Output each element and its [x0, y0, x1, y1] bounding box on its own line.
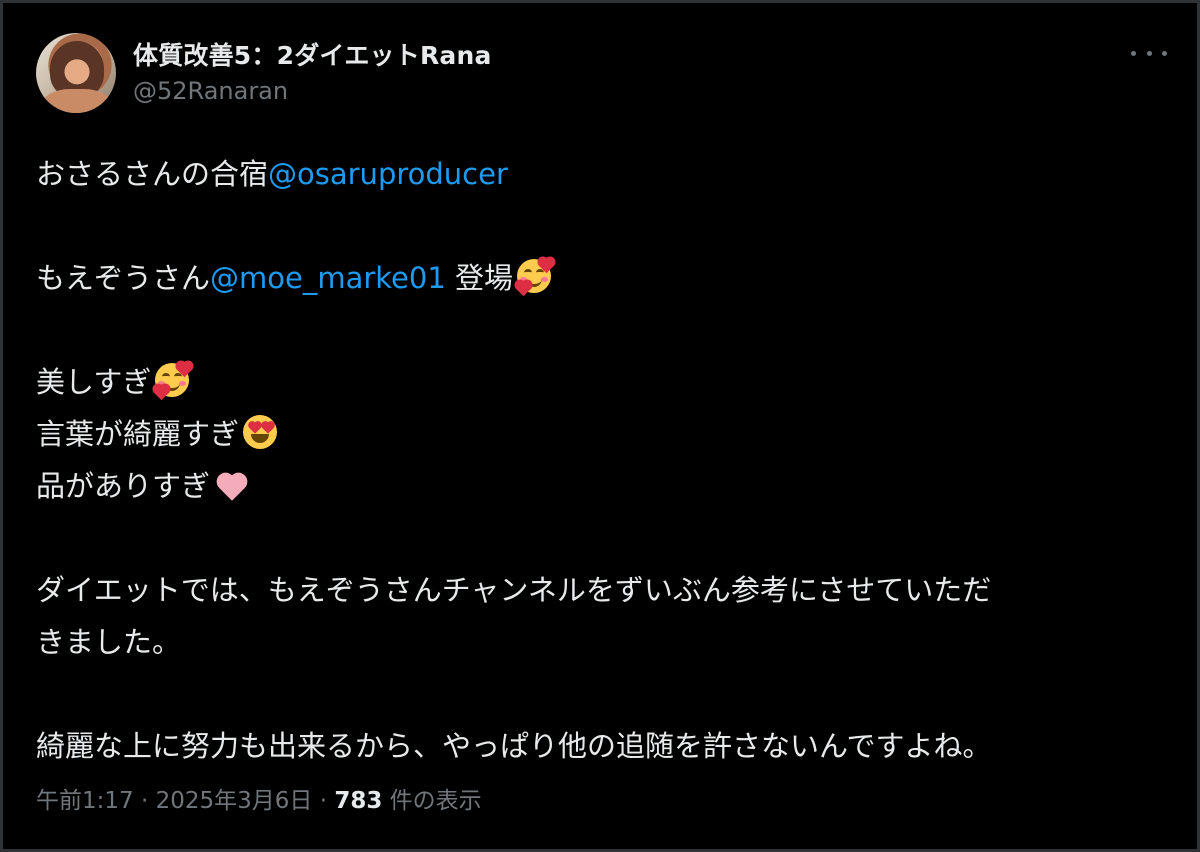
tweet-time[interactable]: 午前1:17	[36, 788, 134, 814]
tweet-line-3: 美しすぎ	[36, 356, 1176, 408]
tweet-line-1: おさるさんの合宿@osaruproducer	[36, 148, 1176, 200]
tweet-line-6: ダイエットでは、もえぞうさんチャンネルをずいぶん参考にさせていただ	[36, 564, 1176, 616]
more-options-icon[interactable]	[1131, 41, 1167, 65]
mention-link[interactable]: @osaruproducer	[268, 157, 508, 191]
tweet-text-segment: もえぞうさん	[36, 261, 211, 295]
smiling-face-with-hearts-emoji	[153, 361, 193, 401]
more-dot	[1146, 50, 1152, 56]
avatar-shoulder	[42, 89, 112, 113]
tweet-line-2: もえぞうさん@moe_marke01 登場	[36, 252, 1176, 304]
pink-heart-emoji	[212, 465, 250, 503]
tweet-line-8: 綺麗な上に努力も出来るから、やっぱり他の追随を許さないんですよね。	[36, 720, 1176, 772]
more-dot	[1162, 50, 1167, 56]
meta-separator: ·	[133, 788, 156, 814]
tweet-text-segment: きました。	[36, 625, 182, 659]
tweet-line-7: きました。	[36, 616, 1176, 668]
tweet-date[interactable]: 2025年3月6日	[156, 788, 313, 814]
tweet-text-segment: 登場	[445, 261, 514, 295]
more-dot	[1131, 50, 1136, 56]
display-name[interactable]: 体質改善5：2ダイエットRana	[133, 36, 492, 72]
heart-eyes-emoji	[241, 413, 279, 451]
tweet-text: おさるさんの合宿@osaruproducer もえぞうさん@moe_marke0…	[36, 148, 1176, 772]
tweet-line-5: 品がありすぎ	[36, 460, 1176, 512]
tweet-metadata: 午前1:17 · 2025年3月6日 · 783 件の表示	[36, 781, 482, 815]
tweet-card: 体質改善5：2ダイエットRana @52Ranaran おさるさんの合宿@osa…	[0, 0, 1200, 852]
tweet-text-segment: おさるさんの合宿	[36, 157, 269, 191]
views-count[interactable]: 783	[334, 788, 382, 814]
tweet-text-segment: 言葉が綺麗すぎ	[36, 417, 240, 451]
smiling-face-with-hearts-emoji	[515, 257, 555, 297]
tweet-line-4: 言葉が綺麗すぎ	[36, 408, 1176, 460]
views-label: 件の表示	[382, 788, 482, 814]
meta-separator: ·	[312, 788, 335, 814]
tweet-text-segment: 綺麗な上に努力も出来るから、やっぱり他の追随を許さないんですよね。	[36, 729, 992, 763]
mention-link[interactable]: @moe_marke01	[210, 261, 446, 295]
tweet-text-segment: 品がありすぎ	[36, 469, 211, 503]
tweet-text-segment: 美しすぎ	[36, 365, 152, 399]
tweet-text-segment: ダイエットでは、もえぞうさんチャンネルをずいぶん参考にさせていただ	[36, 573, 992, 607]
user-handle[interactable]: @52Ranaran	[133, 77, 288, 105]
avatar[interactable]	[36, 33, 116, 113]
